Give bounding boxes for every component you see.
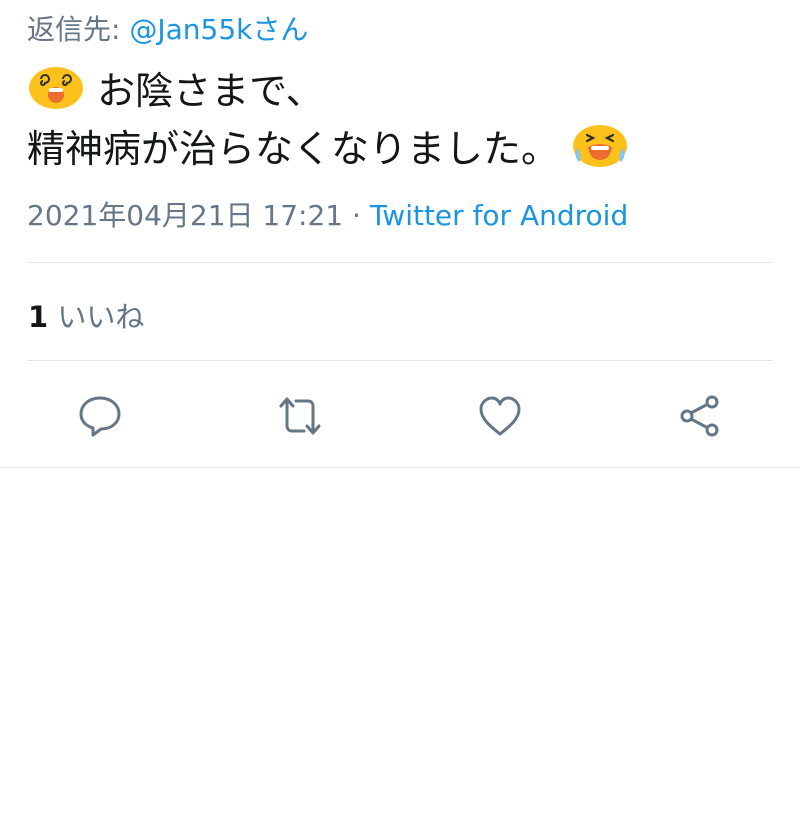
like-button[interactable] <box>476 392 524 440</box>
loudly-crying-face-emoji-icon <box>571 120 629 168</box>
tweet-line-1-text: お陰さまで、 <box>97 69 324 113</box>
heart-icon <box>479 396 521 436</box>
divider <box>0 467 800 468</box>
retweet-button[interactable] <box>276 392 324 440</box>
likes-label: いいね <box>57 300 145 334</box>
tweet-meta: 2021年04月21日 17:21 · Twitter for Android <box>27 194 628 234</box>
speech-bubble-icon <box>79 396 121 437</box>
tweet-text: お陰さまで、 精神病が治らなくなりました。 <box>27 62 629 178</box>
share-nodes-icon <box>680 395 719 437</box>
tweet-source-link[interactable]: Twitter for Android <box>370 199 628 232</box>
tweet-line-2-text: 精神病が治らなくなりました。 <box>27 127 560 171</box>
tweet-line-2: 精神病が治らなくなりました。 <box>27 120 629 178</box>
retweet-arrows-icon <box>279 397 321 435</box>
meta-separator: · <box>352 199 361 232</box>
reply-handle-link[interactable]: @Jan55kさん <box>129 13 308 46</box>
likes-count: 1 <box>28 300 49 334</box>
tweet-detail: 返信先: @Jan55kさん お陰さまで、 精神病が治らなくなりました。 202… <box>0 0 800 835</box>
dizzy-face-emoji-icon <box>27 62 85 110</box>
divider <box>27 360 773 361</box>
reply-button[interactable] <box>76 392 124 440</box>
share-button[interactable] <box>676 392 724 440</box>
tweet-line-1: お陰さまで、 <box>27 62 629 120</box>
tweet-timestamp[interactable]: 2021年04月21日 17:21 <box>27 199 343 232</box>
reply-to-line: 返信先: @Jan55kさん <box>27 8 308 48</box>
likes-count-link[interactable]: 1 いいね <box>28 294 144 336</box>
reply-prefix: 返信先: <box>27 13 121 46</box>
divider <box>27 262 773 263</box>
